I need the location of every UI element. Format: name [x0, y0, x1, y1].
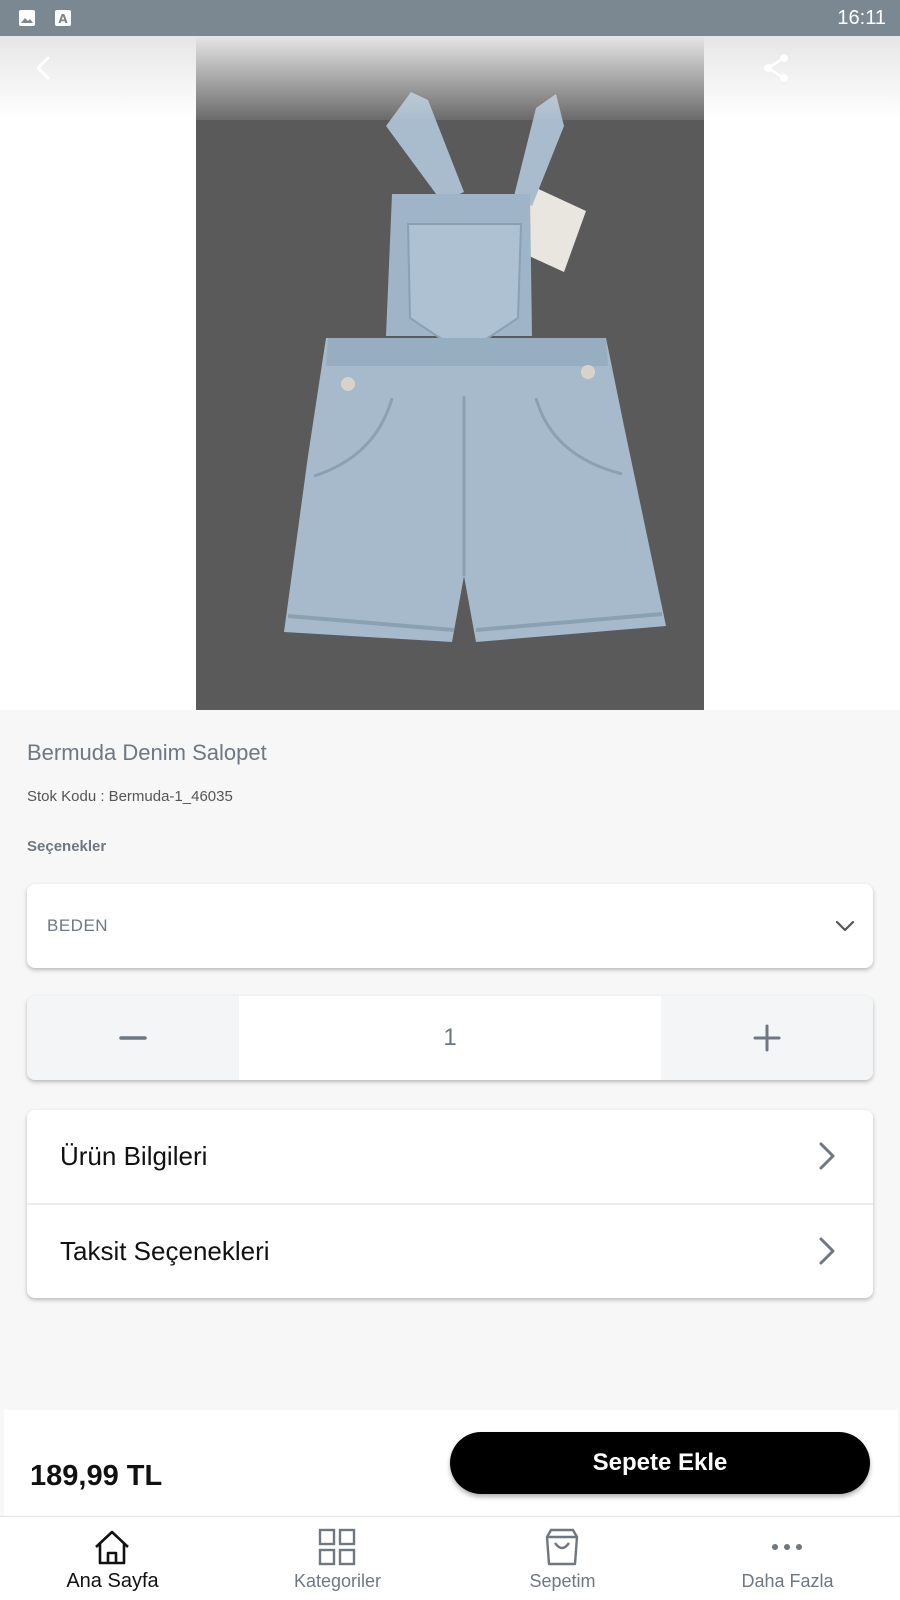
installment-options-row[interactable]: Taksit Seçenekleri [27, 1205, 873, 1298]
tab-cart[interactable]: Sepetim [450, 1517, 675, 1600]
price: 189,99 TL [30, 1460, 163, 1492]
increase-quantity-button[interactable] [661, 996, 873, 1080]
text-notification-icon: A [55, 10, 71, 26]
bottom-tab-bar: Ana Sayfa Kategoriler Sepetim Daha Fazla [0, 1516, 900, 1600]
product-image-area [0, 36, 900, 710]
shopping-bag-icon [545, 1528, 579, 1566]
status-bar: A 16:11 [0, 0, 900, 36]
plus-icon [753, 1024, 781, 1052]
product-title: Bermuda Denim Salopet [27, 740, 267, 765]
chevron-right-icon [819, 1142, 835, 1170]
tab-home[interactable]: Ana Sayfa [0, 1517, 225, 1600]
product-photo[interactable] [196, 36, 704, 710]
decrease-quantity-button[interactable] [27, 996, 239, 1080]
sku-label: Stok Kodu : [27, 788, 105, 805]
buy-bar: 189,99 TL Sepete Ekle [4, 1410, 898, 1516]
grid-icon [318, 1528, 356, 1566]
tab-cart-label: Sepetim [529, 1571, 596, 1591]
sku-line: Stok Kodu : Bermuda-1_46035 [27, 788, 233, 805]
quantity-value[interactable]: 1 [239, 996, 661, 1080]
denim-overalls-illustration [284, 92, 666, 642]
options-heading: Seçenekler [27, 838, 107, 855]
info-rows: Ürün Bilgileri Taksit Seçenekleri [27, 1110, 873, 1298]
size-select[interactable]: BEDEN [27, 884, 873, 968]
svg-text:A: A [58, 12, 68, 26]
tab-categories-label: Kategoriler [293, 1571, 382, 1591]
share-icon[interactable] [758, 50, 794, 86]
more-icon [772, 1544, 802, 1550]
minus-icon [119, 1036, 147, 1040]
size-select-value: BEDEN [47, 916, 109, 935]
installment-options-label: Taksit Seçenekleri [60, 1236, 270, 1266]
add-to-cart-button[interactable]: Sepete Ekle [450, 1432, 870, 1494]
tab-home-label: Ana Sayfa [66, 1570, 159, 1592]
product-info-label: Ürün Bilgileri [60, 1141, 208, 1171]
quantity-stepper: 1 [27, 996, 873, 1080]
tab-more[interactable]: Daha Fazla [675, 1517, 900, 1600]
product-info-row[interactable]: Ürün Bilgileri [27, 1110, 873, 1203]
chevron-right-icon [819, 1237, 835, 1265]
home-icon [95, 1530, 129, 1565]
gallery-notification-icon [19, 10, 35, 26]
tab-categories[interactable]: Kategoriler [225, 1517, 450, 1600]
clock: 16:11 [837, 7, 886, 29]
back-arrow-icon[interactable] [26, 50, 62, 86]
sku-value: Bermuda-1_46035 [108, 788, 233, 805]
chevron-down-icon [835, 920, 855, 932]
tab-more-label: Daha Fazla [741, 1571, 834, 1591]
